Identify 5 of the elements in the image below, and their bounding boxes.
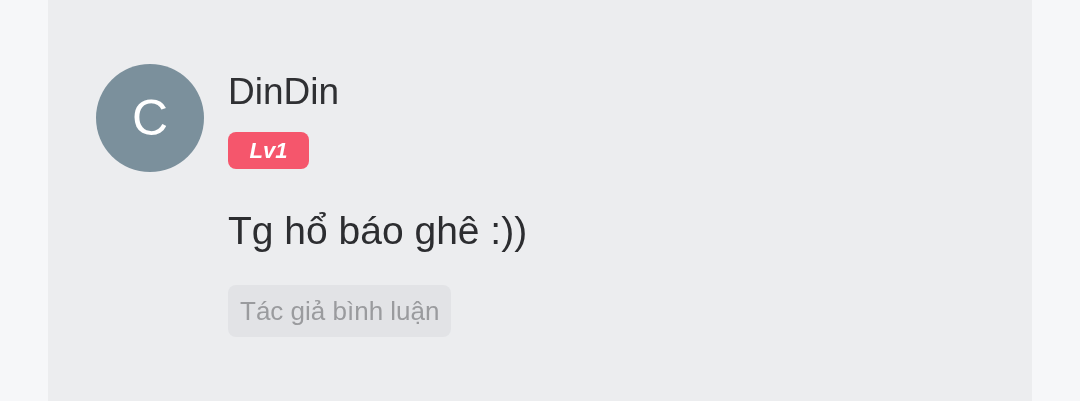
author-tag[interactable]: Tác giả bình luận bbox=[228, 285, 452, 337]
avatar: C bbox=[96, 64, 204, 172]
author-name: DinDin bbox=[228, 70, 340, 114]
comment-text: Tg hổ báo ghê :)) bbox=[228, 208, 528, 254]
level-badge: Lv1 bbox=[228, 132, 309, 169]
